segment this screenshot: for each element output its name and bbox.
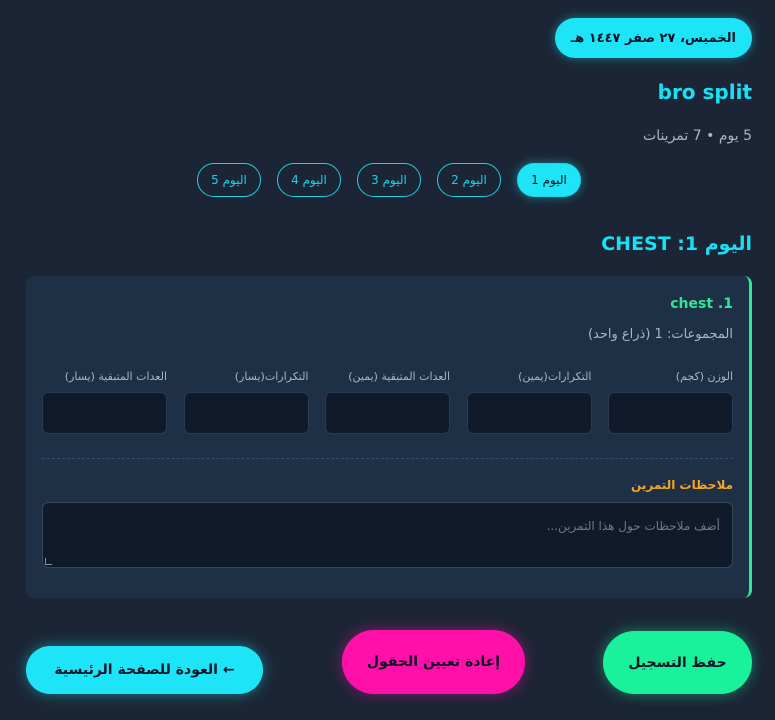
reps-left-field-group: التكرارات(يسار) bbox=[183, 370, 309, 434]
notes-textarea[interactable]: أضف ملاحظات حول هذا التمرين... bbox=[42, 502, 733, 568]
card-divider bbox=[42, 458, 733, 459]
day-tabs: اليوم 1 اليوم 2 اليوم 3 اليوم 4 اليوم 5 bbox=[197, 163, 581, 197]
rir-left-field-group: العدات المتبقية (يسار) bbox=[42, 370, 167, 434]
save-log-button[interactable]: حفظ التسجيل bbox=[603, 631, 752, 694]
rir-left-label: العدات المتبقية (يسار) bbox=[64, 370, 167, 383]
reps-right-label: التكرارات(يمين) bbox=[518, 370, 592, 383]
exercise-fields: الوزن (كجم) التكرارات(يمين) العدات المتب… bbox=[42, 370, 733, 434]
reps-right-input[interactable] bbox=[466, 392, 592, 434]
plan-title: bro split bbox=[657, 80, 752, 104]
back-home-button[interactable]: ← العودة للصفحة الرئيسية bbox=[26, 646, 263, 694]
tab-day-4[interactable]: اليوم 4 bbox=[277, 163, 341, 197]
exercise-card: 1. chest المجموعات: 1 (ذراع واحد) الوزن … bbox=[26, 276, 752, 598]
weight-label: الوزن (كجم) bbox=[675, 370, 733, 383]
weight-field-group: الوزن (كجم) bbox=[608, 370, 733, 434]
notes-label: ملاحظات التمرين bbox=[631, 478, 733, 492]
resize-grip-icon[interactable] bbox=[45, 558, 52, 565]
reps-left-input[interactable] bbox=[183, 392, 309, 434]
rir-right-field-group: العدات المتبقية (يمين) bbox=[325, 370, 450, 434]
rir-left-input[interactable] bbox=[42, 392, 167, 434]
reset-fields-button[interactable]: إعادة تعيين الحقول bbox=[342, 630, 525, 694]
notes-placeholder: أضف ملاحظات حول هذا التمرين... bbox=[546, 519, 720, 533]
rir-right-label: العدات المتبقية (يمين) bbox=[348, 370, 450, 383]
rir-right-input[interactable] bbox=[325, 392, 450, 434]
exercise-sets: المجموعات: 1 (ذراع واحد) bbox=[587, 327, 733, 342]
tab-day-1[interactable]: اليوم 1 bbox=[517, 163, 581, 197]
exercise-name: 1. chest bbox=[670, 296, 733, 312]
reps-right-field-group: التكرارات(يمين) bbox=[466, 370, 592, 434]
tab-day-2[interactable]: اليوم 2 bbox=[437, 163, 501, 197]
reps-left-label: التكرارات(يسار) bbox=[234, 370, 309, 383]
plan-summary: 5 يوم • 7 تمرينات bbox=[643, 128, 752, 144]
weight-input[interactable] bbox=[608, 392, 733, 434]
day-heading: اليوم 1: CHEST bbox=[601, 233, 752, 255]
date-badge: الخميس، ٢٧ صفر ١٤٤٧ هـ bbox=[554, 18, 752, 58]
tab-day-5[interactable]: اليوم 5 bbox=[197, 163, 261, 197]
tab-day-3[interactable]: اليوم 3 bbox=[357, 163, 421, 197]
